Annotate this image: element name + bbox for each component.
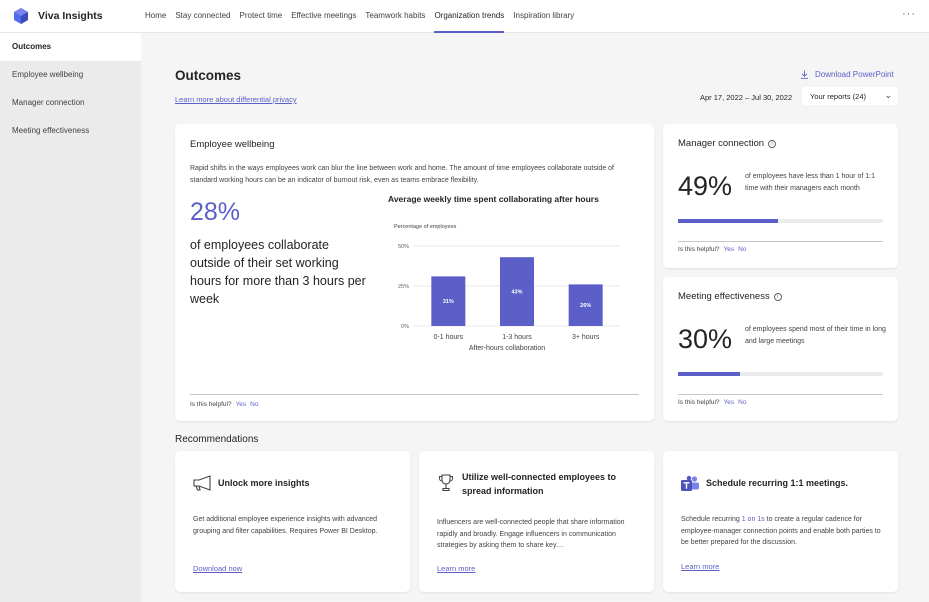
bar-data-label: 26%	[580, 303, 591, 309]
x-tick-label: 1-3 hours	[502, 334, 532, 341]
one-on-ones-link[interactable]: 1 on 1s	[742, 516, 765, 523]
y-tick-label: 0%	[401, 324, 409, 330]
meeting-text: of employees spend most of their time in…	[745, 326, 886, 345]
manager-connection-card: Manager connection i 49% of employees hav…	[663, 124, 898, 268]
top-nav: Home Stay connected Protect time Effecti…	[145, 0, 583, 33]
sidebar-item-manager-connection[interactable]: Manager connection	[0, 89, 141, 117]
helpful-label: Is this helpful?	[678, 246, 720, 253]
teams-icon	[681, 475, 699, 491]
learn-differential-privacy-link[interactable]: Learn more about differential privacy	[175, 95, 297, 104]
employee-wellbeing-card: Employee wellbeing Rapid shifts in the w…	[175, 124, 654, 421]
helpful-no-button[interactable]: No	[738, 399, 746, 406]
wellbeing-helpful-row: Is this helpful? Yes No	[190, 401, 258, 408]
chart-title: Average weekly time spent collaborating …	[388, 194, 599, 204]
bar-data-label: 43%	[511, 290, 522, 296]
manager-percent: 49%	[678, 171, 733, 201]
meeting-title: Meeting effectiveness i	[678, 291, 782, 302]
viva-insights-logo-icon	[14, 8, 28, 24]
wellbeing-description: Rapid shifts in the ways employees work …	[190, 165, 614, 184]
bar-data-label: 31%	[443, 299, 454, 305]
manager-text: of employees have less than 1 hour of 1:…	[745, 173, 875, 192]
bar-chart: 50% 25% 0% 31% 0-1 hours 43% 1-3 hours 26% 3+ ho…	[398, 244, 620, 341]
x-tick-label: 3+ hours	[572, 334, 600, 341]
wellbeing-title: Employee wellbeing	[190, 139, 275, 150]
helpful-yes-button[interactable]: Yes	[236, 401, 247, 408]
app-title: Viva Insights	[38, 10, 103, 22]
chart-y-axis-label: Percentage of employees	[394, 224, 457, 230]
manager-divider	[678, 241, 883, 242]
wellbeing-divider	[190, 394, 639, 395]
nav-effective-meetings[interactable]: Effective meetings	[291, 0, 356, 33]
manager-title-text: Manager connection	[678, 138, 765, 149]
y-tick-label: 25%	[398, 284, 409, 290]
nav-organization-trends[interactable]: Organization trends	[434, 0, 504, 33]
helpful-label: Is this helpful?	[678, 399, 720, 406]
download-now-link[interactable]: Download now	[193, 564, 242, 573]
download-label: Download PowerPoint	[815, 70, 894, 79]
recommendations-heading: Recommendations	[175, 434, 259, 445]
sidebar-item-employee-wellbeing[interactable]: Employee wellbeing	[0, 61, 141, 89]
chevron-down-icon: ⌄	[884, 90, 892, 100]
learn-more-link[interactable]: Learn more	[437, 564, 475, 573]
nav-inspiration-library[interactable]: Inspiration library	[513, 0, 574, 33]
nav-teamwork-habits[interactable]: Teamwork habits	[365, 0, 425, 33]
recommendation-title: Schedule recurring 1:1 meetings.	[706, 478, 849, 488]
helpful-yes-button[interactable]: Yes	[724, 246, 735, 253]
wellbeing-stat-text: of employees collaborate outside of thei…	[190, 238, 366, 306]
top-bar: Viva Insights Home Stay connected Protec…	[0, 0, 929, 33]
meeting-title-text: Meeting effectiveness	[678, 291, 770, 302]
manager-progress-fill	[678, 219, 779, 223]
body-prefix: Schedule recurring	[681, 516, 740, 523]
meeting-effectiveness-card: Meeting effectiveness i 30% of employees …	[663, 277, 898, 421]
helpful-no-button[interactable]: No	[250, 401, 258, 408]
recommendation-card-unlock-insights: Unlock more insights Get additional empl…	[175, 451, 410, 592]
nav-protect-time[interactable]: Protect time	[240, 0, 283, 33]
meeting-progress-fill	[678, 372, 740, 376]
learn-more-link[interactable]: Learn more	[681, 562, 719, 571]
meeting-percent: 30%	[678, 324, 733, 354]
sidebar-item-meeting-effectiveness[interactable]: Meeting effectiveness	[0, 117, 141, 145]
recommendation-title: Unlock more insights	[218, 478, 310, 488]
x-tick-label: 0-1 hours	[434, 334, 464, 341]
megaphone-icon	[193, 475, 211, 491]
y-tick-label: 50%	[398, 244, 409, 250]
wellbeing-percent: 28%	[190, 198, 241, 226]
chart-x-axis-label: After-hours collaboration	[468, 345, 546, 352]
reports-label: Your reports (24)	[810, 92, 867, 101]
reports-dropdown[interactable]: Your reports (24) ⌄	[802, 87, 898, 105]
more-options-icon[interactable]: ···	[902, 8, 916, 20]
manager-helpful-row: Is this helpful? Yes No	[678, 246, 746, 253]
meeting-progress-bar	[678, 372, 883, 376]
recommendation-title: Utilize well-connected employees to spre…	[462, 472, 617, 496]
recommendation-card-influencers: Utilize well-connected employees to spre…	[419, 451, 654, 592]
manager-progress-bar	[678, 219, 883, 223]
info-icon[interactable]: i	[773, 293, 782, 301]
download-powerpoint-button[interactable]: Download PowerPoint	[800, 70, 894, 79]
nav-stay-connected[interactable]: Stay connected	[175, 0, 230, 33]
helpful-yes-button[interactable]: Yes	[724, 399, 735, 406]
info-icon[interactable]: i	[768, 140, 777, 148]
trophy-icon	[439, 474, 453, 492]
meeting-divider	[678, 394, 883, 395]
sidebar: Outcomes Employee wellbeing Manager conn…	[0, 33, 141, 602]
recommendation-body: Influencers are well-connected people th…	[437, 519, 625, 549]
recommendation-card-one-on-ones: Schedule recurring 1:1 meetings. Schedul…	[663, 451, 898, 592]
download-icon	[801, 70, 808, 79]
manager-title: Manager connection i	[678, 138, 777, 149]
helpful-label: Is this helpful?	[190, 401, 232, 408]
meeting-helpful-row: Is this helpful? Yes No	[678, 399, 746, 406]
helpful-no-button[interactable]: No	[738, 246, 746, 253]
page-title: Outcomes	[175, 68, 242, 83]
recommendation-body: Get additional employee experience insig…	[193, 516, 378, 535]
date-range: Apr 17, 2022 – Jul 30, 2022	[700, 93, 793, 102]
recommendation-body: Schedule recurring 1 on 1s to create a r…	[681, 514, 886, 549]
sidebar-item-outcomes[interactable]: Outcomes	[0, 33, 141, 61]
nav-home[interactable]: Home	[145, 0, 166, 33]
